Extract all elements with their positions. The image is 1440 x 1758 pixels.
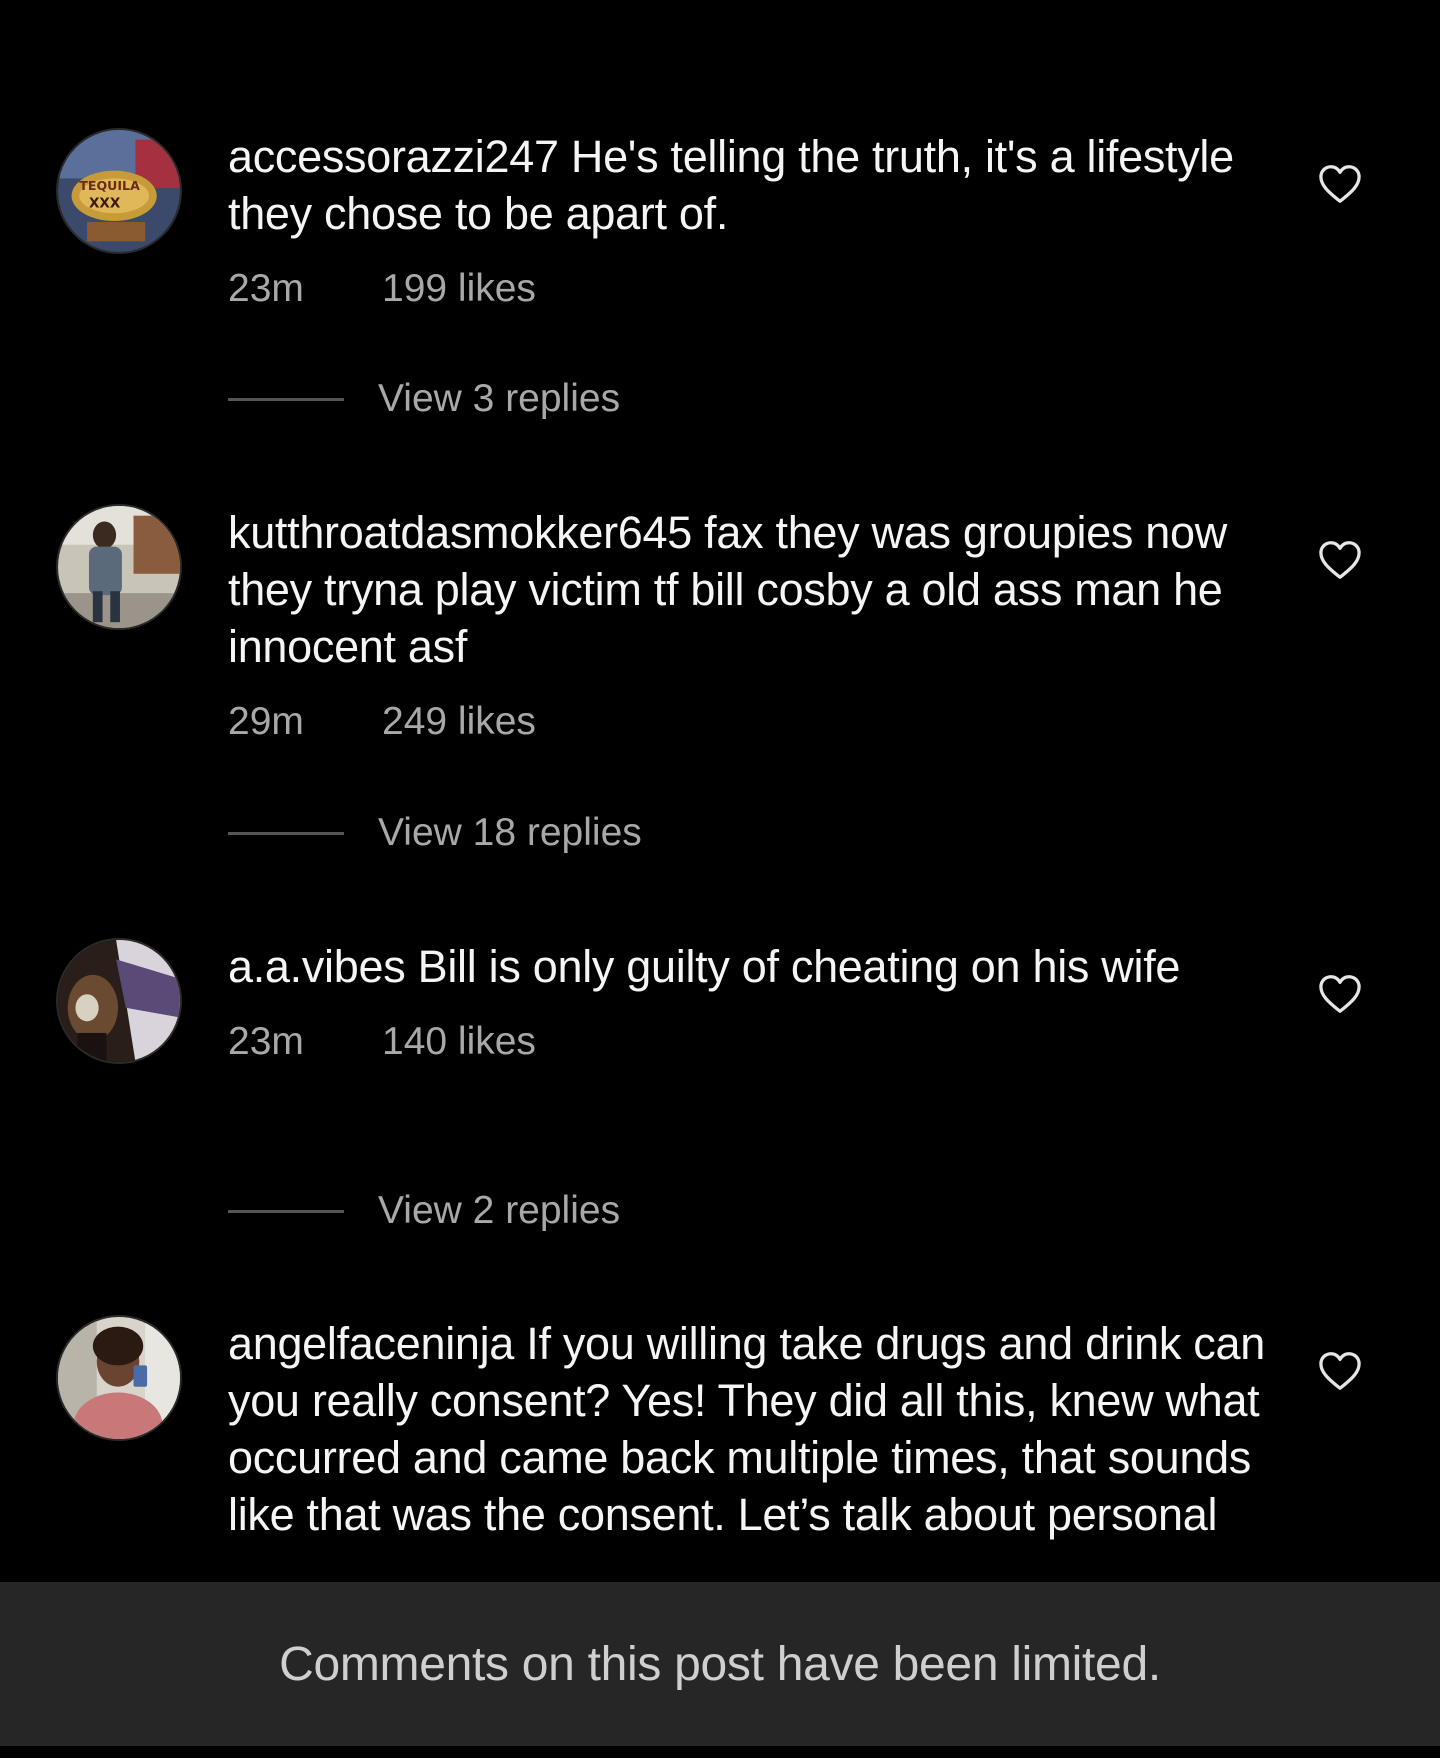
avatar-street-photo xyxy=(58,506,180,628)
comment-likes[interactable]: 249 likes xyxy=(382,697,536,747)
avatar-tequila-photo: TEQUILA XXX xyxy=(58,130,180,252)
comment-username[interactable]: accessorazzi247 xyxy=(228,131,559,182)
comment-username[interactable]: angelfaceninja xyxy=(228,1318,514,1369)
heart-outline-icon xyxy=(1319,541,1361,579)
heart-outline-icon xyxy=(1319,975,1361,1013)
view-replies-label: View 3 replies xyxy=(378,377,621,420)
comment-text: kutthroatdasmokker645 fax they was group… xyxy=(228,504,1268,675)
replies-divider xyxy=(228,1209,344,1213)
replies-divider xyxy=(228,831,344,835)
comment-meta: 23m 140 likes xyxy=(228,1017,1268,1067)
comment-text: a.a.vibes Bill is only guilty of cheatin… xyxy=(228,938,1268,995)
heart-outline-icon xyxy=(1319,1352,1361,1390)
comment-time: 23m xyxy=(228,267,304,310)
comment-body: a.a.vibes Bill is only guilty of cheatin… xyxy=(228,938,1268,1067)
avatar-selfie-photo xyxy=(58,1317,180,1439)
comment-text: angelfaceninja If you willing take drugs… xyxy=(228,1315,1268,1543)
comment-text: accessorazzi247 He's telling the truth, … xyxy=(228,128,1268,242)
avatar[interactable] xyxy=(56,1315,182,1441)
comment-meta: 29m 249 likes xyxy=(228,697,1268,747)
comment-body: accessorazzi247 He's telling the truth, … xyxy=(228,128,1268,314)
avatar-drink-photo xyxy=(58,940,180,1062)
replies-divider xyxy=(228,397,344,401)
comment-username[interactable]: a.a.vibes xyxy=(228,941,406,992)
comment-body: kutthroatdasmokker645 fax they was group… xyxy=(228,504,1268,747)
like-button[interactable] xyxy=(1318,974,1366,1018)
view-replies-button[interactable]: View 18 replies xyxy=(228,806,642,860)
avatar[interactable] xyxy=(56,504,182,630)
comments-list: TEQUILA XXX accessorazzi247 He's telling… xyxy=(0,0,1440,1582)
comment-message: Bill is only guilty of cheating on his w… xyxy=(417,941,1181,992)
comments-limited-notice: Comments on this post have been limited. xyxy=(279,1637,1161,1691)
comment-time: 29m xyxy=(228,700,304,743)
like-button[interactable] xyxy=(1318,164,1366,208)
like-button[interactable] xyxy=(1318,1351,1366,1395)
comment-meta: 23m 199 likes xyxy=(228,264,1268,314)
avatar[interactable] xyxy=(56,938,182,1064)
comment-time: 23m xyxy=(228,1020,304,1063)
heart-outline-icon xyxy=(1319,165,1361,203)
comments-limited-banner: Comments on this post have been limited. xyxy=(0,1582,1440,1746)
like-button[interactable] xyxy=(1318,540,1366,584)
view-replies-label: View 18 replies xyxy=(378,811,642,854)
comment-likes[interactable]: 199 likes xyxy=(382,264,536,314)
view-replies-button[interactable]: View 3 replies xyxy=(228,372,620,426)
avatar[interactable]: TEQUILA XXX xyxy=(56,128,182,254)
view-replies-button[interactable]: View 2 replies xyxy=(228,1184,620,1238)
view-replies-label: View 2 replies xyxy=(378,1189,621,1232)
comment-likes[interactable]: 140 likes xyxy=(382,1017,536,1067)
svg-text:TEQUILA: TEQUILA xyxy=(79,178,140,193)
comment-username[interactable]: kutthroatdasmokker645 xyxy=(228,507,692,558)
svg-text:XXX: XXX xyxy=(89,195,121,211)
comment-body: angelfaceninja If you willing take drugs… xyxy=(228,1315,1268,1543)
